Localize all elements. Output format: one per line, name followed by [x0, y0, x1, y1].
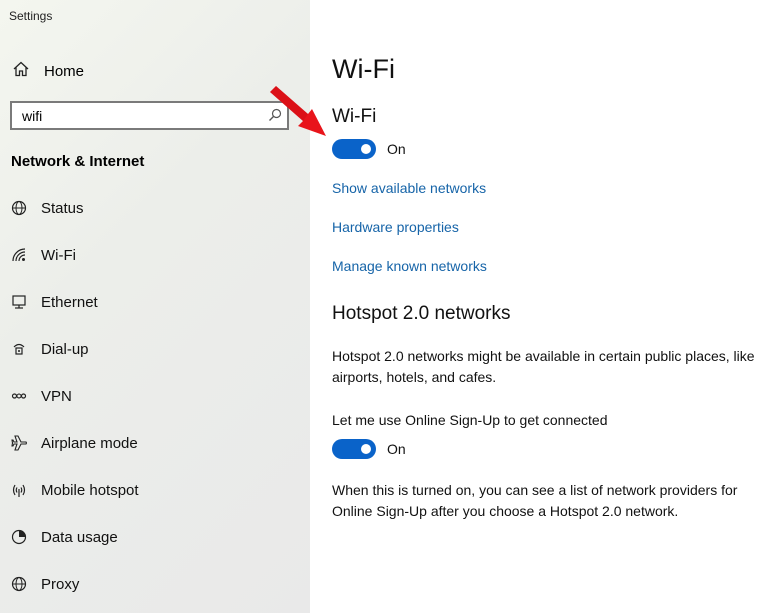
- window-title: Settings: [9, 9, 53, 23]
- sidebar-item-ethernet[interactable]: Ethernet: [10, 290, 300, 314]
- sidebar-item-dialup[interactable]: Dial-up: [10, 337, 300, 361]
- search-input[interactable]: [12, 103, 262, 128]
- online-signup-footnote: When this is turned on, you can see a li…: [332, 482, 738, 519]
- sidebar: Settings Home Network & Internet Status …: [0, 0, 310, 613]
- sidebar-item-vpn[interactable]: VPN: [10, 384, 300, 408]
- wifi-heading: Wi-Fi: [332, 106, 377, 127]
- globe-icon: [10, 199, 28, 217]
- online-signup-toggle-state: On: [387, 441, 406, 457]
- dialup-icon: [10, 340, 28, 358]
- hardware-properties-link[interactable]: Hardware properties: [332, 219, 459, 235]
- sidebar-item-label: Data usage: [41, 528, 118, 546]
- toggle-knob: [361, 444, 371, 454]
- wifi-toggle-state: On: [387, 141, 406, 157]
- sidebar-item-label: Proxy: [41, 575, 80, 593]
- show-available-networks-link[interactable]: Show available networks: [332, 180, 486, 196]
- sidebar-item-mobile-hotspot[interactable]: Mobile hotspot: [10, 478, 300, 502]
- home-nav-item[interactable]: Home: [12, 60, 84, 82]
- wifi-toggle[interactable]: [332, 139, 376, 159]
- airplane-icon: [10, 434, 28, 452]
- hotspot-icon: [10, 481, 28, 499]
- sidebar-item-label: Airplane mode: [41, 434, 138, 452]
- annotation-arrow-icon: [270, 86, 326, 136]
- sidebar-item-status[interactable]: Status: [10, 196, 300, 220]
- vpn-icon: [10, 387, 28, 405]
- ethernet-icon: [10, 293, 28, 311]
- main-content: Wi-Fi Wi-Fi On Show available networks H…: [310, 0, 780, 613]
- toggle-knob: [361, 144, 371, 154]
- section-title: Network & Internet: [11, 153, 145, 170]
- sidebar-item-data-usage[interactable]: Data usage: [10, 525, 300, 549]
- page-title: Wi-Fi: [332, 54, 395, 84]
- home-icon: [12, 60, 30, 83]
- sidebar-item-label: Mobile hotspot: [41, 481, 139, 499]
- sidebar-item-label: Dial-up: [41, 340, 89, 358]
- sidebar-item-wifi[interactable]: Wi-Fi: [10, 243, 300, 267]
- sidebar-item-label: Wi-Fi: [41, 246, 76, 264]
- data-usage-icon: [10, 528, 28, 546]
- sidebar-item-proxy[interactable]: Proxy: [10, 572, 300, 596]
- manage-known-networks-link[interactable]: Manage known networks: [332, 258, 487, 274]
- sidebar-item-label: Status: [41, 199, 84, 217]
- hotspot-heading: Hotspot 2.0 networks: [332, 303, 511, 324]
- globe-icon: [10, 575, 28, 593]
- sidebar-item-label: VPN: [41, 387, 72, 405]
- wifi-icon: [10, 246, 28, 264]
- online-signup-label: Let me use Online Sign-Up to get connect…: [332, 412, 608, 428]
- search-box[interactable]: [10, 101, 289, 130]
- sidebar-item-label: Ethernet: [41, 293, 98, 311]
- sidebar-item-airplane-mode[interactable]: Airplane mode: [10, 431, 300, 455]
- hotspot-description: Hotspot 2.0 networks might be available …: [332, 348, 755, 385]
- online-signup-toggle[interactable]: [332, 439, 376, 459]
- home-label: Home: [44, 62, 85, 80]
